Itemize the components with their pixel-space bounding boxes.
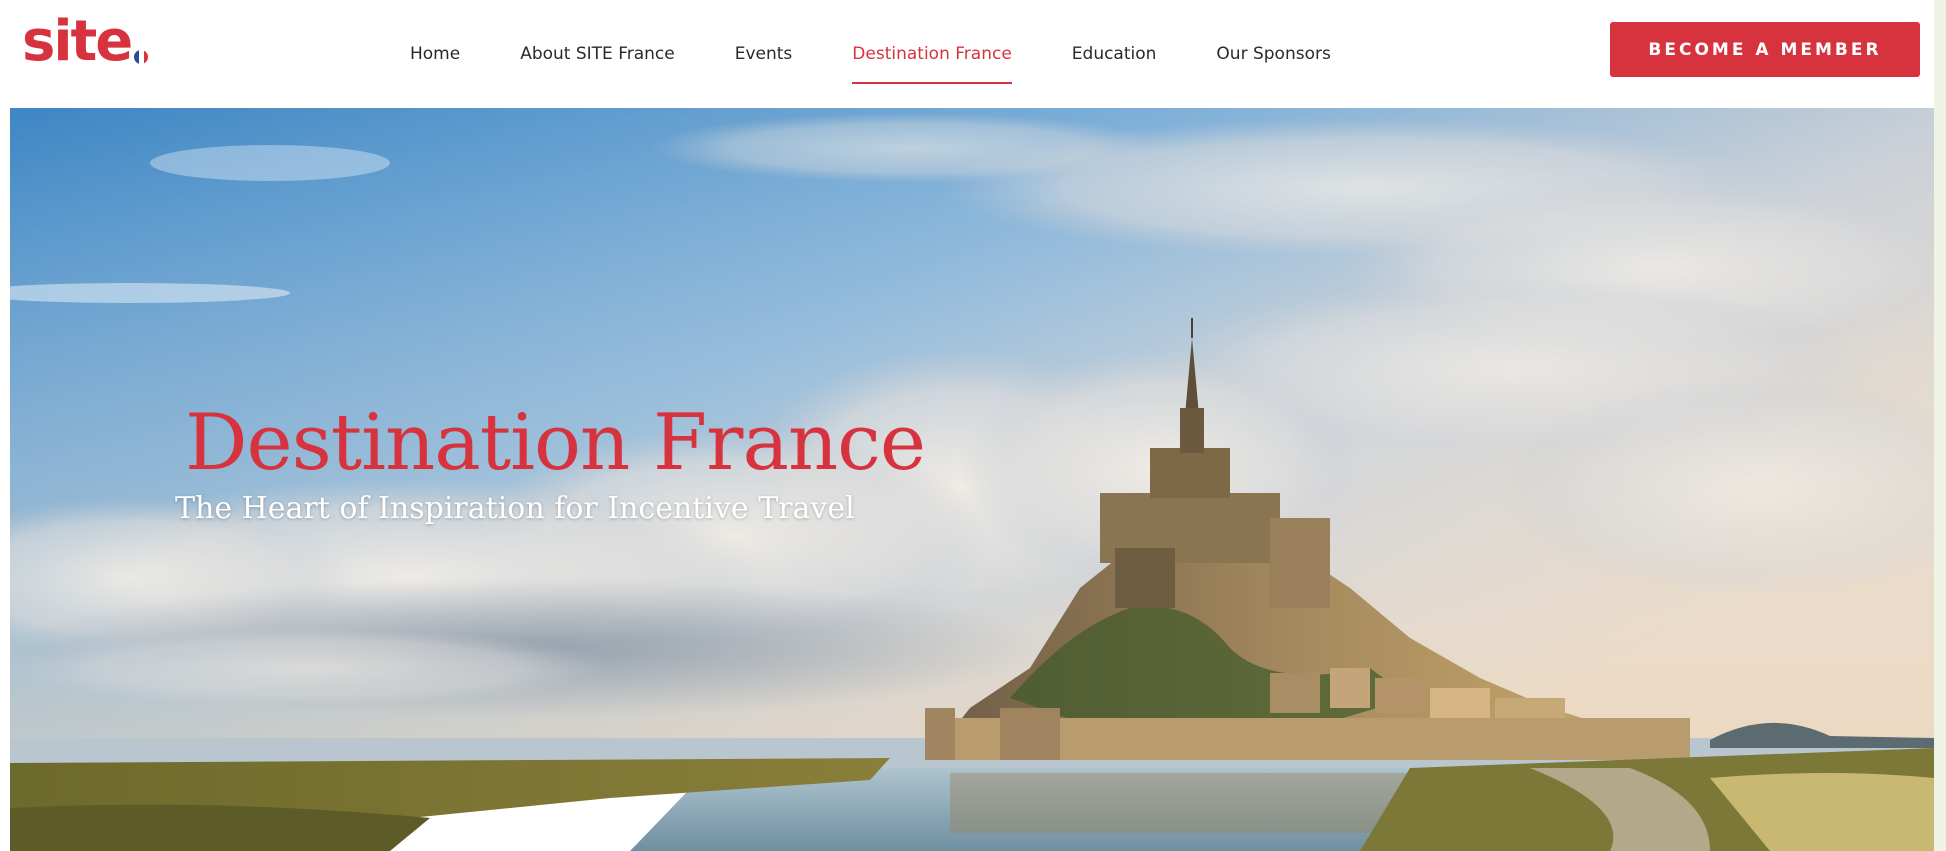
main-nav: Home About SITE France Events Destinatio… [380,0,1361,108]
hero-subtitle: The Heart of Inspiration for Incentive T… [175,491,855,526]
hero-title: Destination France [185,398,926,488]
nav-item-home[interactable]: Home [380,0,490,108]
hero-banner: Destination France The Heart of Inspirat… [10,108,1934,851]
site-logo[interactable]: site [22,9,149,74]
nav-item-education[interactable]: Education [1042,0,1187,108]
nav-item-events[interactable]: Events [705,0,823,108]
nav-item-about-site-france[interactable]: About SITE France [490,0,705,108]
french-flag-dot-icon [134,50,149,64]
site-header: site Home About SITE France Events Desti… [0,0,1934,108]
page-frame: site Home About SITE France Events Desti… [0,0,1934,851]
become-member-button[interactable]: BECOME A MEMBER [1610,22,1920,77]
nav-item-destination-france[interactable]: Destination France [822,0,1041,108]
logo-text: site [22,9,133,74]
nav-item-our-sponsors[interactable]: Our Sponsors [1186,0,1360,108]
